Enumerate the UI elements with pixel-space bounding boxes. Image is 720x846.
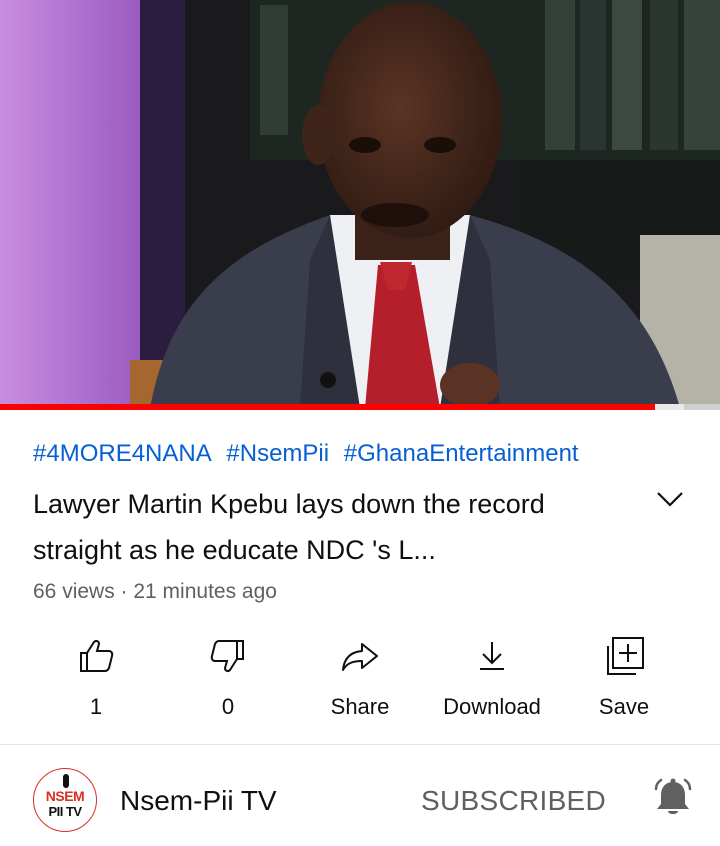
avatar-text-top: NSEM [45,788,85,804]
video-title[interactable]: Lawyer Martin Kpebu lays down the record… [33,481,633,573]
channel-name[interactable]: Nsem-Pii TV [120,785,277,817]
channel-avatar[interactable]: NSEM PII TV [33,768,97,832]
video-meta: 66 views · 21 minutes ago [33,580,277,603]
video-frame [0,0,720,408]
logo-figure [63,774,69,788]
hashtag-link[interactable]: #GhanaEntertainment [344,440,579,467]
avatar-text-bottom: PII TV [48,804,82,819]
hashtag-link[interactable]: #NsemPii [226,440,329,467]
save-button[interactable]: Save [558,628,690,728]
progress-played [0,404,656,410]
download-icon [480,642,504,670]
like-count: 1 [89,694,103,719]
action-bar: 1 0 Share Download Save [30,628,690,728]
dislike-count: 0 [221,694,235,719]
like-button[interactable]: 1 [30,628,162,728]
share-button[interactable]: Share [294,628,426,728]
channel-row: NSEM PII TV Nsem-Pii TV SUBSCRIBED [0,745,720,846]
subscribed-button[interactable]: SUBSCRIBED [421,785,606,817]
notification-bell-button[interactable] [650,775,696,821]
chevron-down-icon [657,492,683,507]
video-progress-bar[interactable] [0,404,720,410]
share-label: Share [330,694,390,719]
dislike-button[interactable]: 0 [162,628,294,728]
download-button[interactable]: Download [426,628,558,728]
hashtag-link[interactable]: #4MORE4NANA [33,440,212,467]
download-label: Download [443,694,541,719]
save-playlist-icon [607,637,644,675]
hashtag-row: #4MORE4NANA #NsemPii #GhanaEntertainment [33,440,587,468]
video-player[interactable] [0,0,720,408]
thumb-down-icon [210,640,244,673]
share-icon [342,643,378,671]
bell-icon [654,778,692,814]
expand-description-button[interactable] [652,484,688,514]
save-label: Save [598,694,650,719]
progress-buffered [655,404,684,410]
thumb-up-icon [80,639,114,672]
